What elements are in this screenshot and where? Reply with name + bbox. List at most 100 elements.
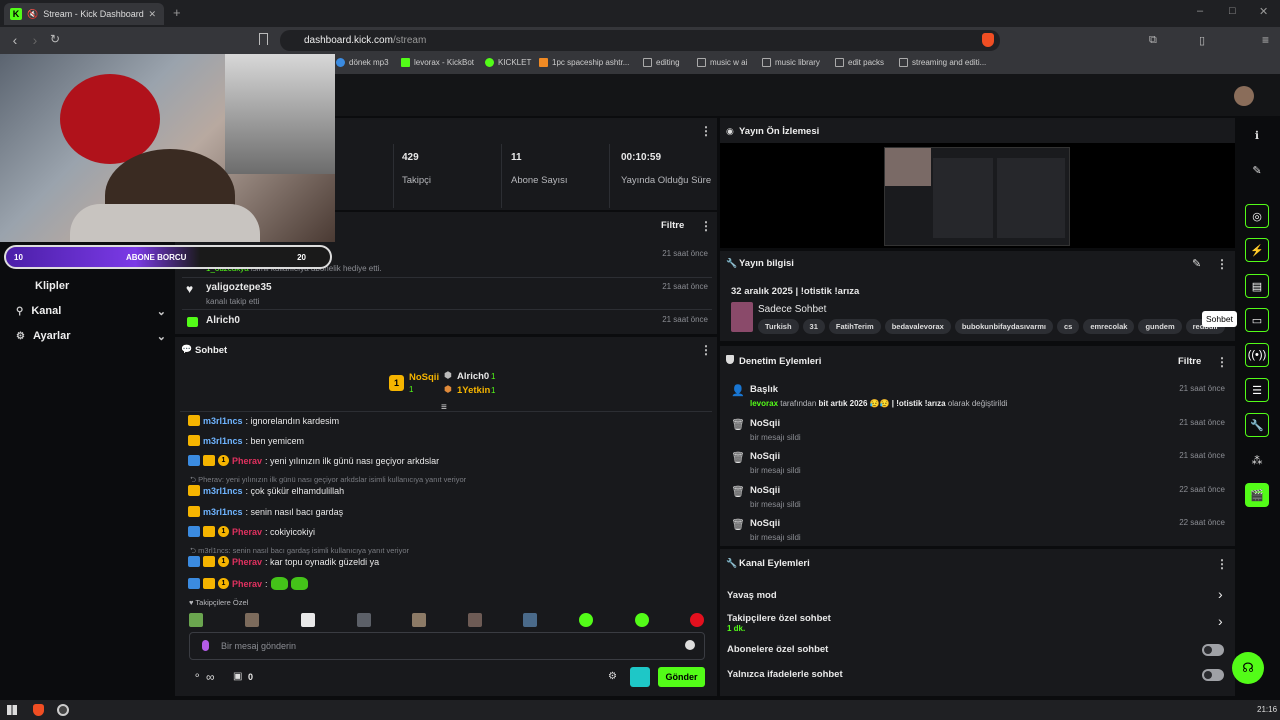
tag-chip[interactable]: bedavalevorax (884, 319, 951, 334)
lightning-icon[interactable]: ⚡ (1245, 238, 1269, 262)
close-window-button[interactable]: ✕ (1259, 5, 1268, 18)
chat-username[interactable]: m3rl1ncs (203, 507, 243, 517)
follower-avatar[interactable] (245, 613, 259, 627)
send-button[interactable]: Gönder (658, 667, 705, 687)
bookmark-icon[interactable] (259, 33, 268, 45)
chat-username[interactable]: m3rl1ncs (203, 436, 243, 446)
chat-username[interactable]: Pherav (232, 557, 262, 567)
subscribers-only-toggle[interactable] (1202, 644, 1224, 656)
extensions-icon[interactable]: ⧉ (1149, 34, 1157, 47)
follower-avatar[interactable] (301, 613, 315, 627)
microphone-icon[interactable] (202, 640, 209, 651)
follower-avatar[interactable] (412, 613, 426, 627)
minimize-button[interactable]: – (1197, 5, 1203, 17)
follower-avatar[interactable] (357, 613, 371, 627)
chat-username[interactable]: m3rl1ncs (203, 416, 243, 426)
bookmark-item[interactable]: levorax - KickBot (401, 58, 474, 67)
focus-icon[interactable]: ◎ (1245, 204, 1269, 228)
mod-action-name[interactable]: NoSqii (750, 418, 1225, 429)
mod-action-name[interactable]: NoSqii (750, 451, 1225, 462)
bookmark-item[interactable]: dönek mp3 (336, 58, 389, 67)
support-button[interactable]: ☊ (1232, 652, 1264, 684)
forward-icon[interactable]: › (25, 32, 45, 48)
chat-input[interactable]: Bir mesaj gönderin (189, 632, 705, 660)
stream-info-menu-icon[interactable]: ⋮ (1216, 257, 1228, 271)
tag-chip[interactable]: emrecolak (1083, 319, 1135, 334)
cat-emote-icon[interactable] (270, 577, 288, 590)
brave-taskbar-icon[interactable] (33, 704, 44, 716)
bookmark-item[interactable]: streaming and editi... (899, 58, 986, 67)
edit-icon[interactable]: ✎ (1192, 257, 1201, 270)
pen-icon[interactable]: ✎ (1245, 158, 1269, 182)
mute-icon[interactable]: 🔇 (27, 9, 38, 20)
chevron-right-icon[interactable]: › (1218, 613, 1223, 629)
category-name[interactable]: Sadece Sohbet (758, 304, 826, 315)
chat-username[interactable]: Pherav (232, 579, 262, 589)
sidebar-item-settings[interactable]: ⚙ Ayarlar ⌄ (16, 330, 166, 343)
mod-filter-button[interactable]: Filtre (1178, 356, 1201, 367)
obs-taskbar-icon[interactable] (57, 704, 69, 716)
bookmark-item[interactable]: edit packs (835, 58, 884, 67)
channel-actions-menu-icon[interactable]: ⋮ (1216, 557, 1228, 571)
sidebar-toggle-icon[interactable]: ▯ (1199, 34, 1205, 47)
follower-avatar[interactable] (523, 613, 537, 627)
menu-icon[interactable]: ≡ (1262, 33, 1269, 47)
layout-icon[interactable]: ☰ (1245, 378, 1269, 402)
follower-avatar[interactable] (189, 613, 203, 627)
emoji-icon[interactable] (685, 640, 695, 650)
kickbot-icon[interactable] (630, 667, 650, 687)
preview-video[interactable] (884, 147, 1070, 246)
emote-only-toggle[interactable] (1202, 669, 1224, 681)
follower-avatar[interactable] (579, 613, 593, 627)
chat-settings-icon[interactable]: ⚙ (608, 671, 617, 682)
bookmark-item[interactable]: KICKLET (485, 58, 531, 67)
event-user[interactable]: yaligoztepe35 (206, 282, 708, 293)
close-tab-icon[interactable]: ✕ (148, 9, 156, 20)
slow-mode-label[interactable]: Yavaş mod (727, 590, 777, 601)
chat-menu-icon[interactable]: ⋮ (700, 343, 712, 357)
top-gifter-name[interactable]: Alrich0 (457, 371, 489, 382)
activity-filter-button[interactable]: Filtre (661, 220, 684, 231)
sidebar-item-clips[interactable]: Klipler (35, 280, 185, 292)
tag-chip[interactable]: Turkish (758, 319, 799, 334)
info-icon[interactable]: ℹ (1245, 123, 1269, 147)
chat-bubble-icon[interactable]: ▭ (1245, 308, 1269, 332)
clapper-icon[interactable]: 🎬 (1245, 483, 1269, 507)
mod-actor[interactable]: levorax (750, 399, 778, 408)
top-gifter-name[interactable]: 1Yetkin (457, 385, 490, 396)
url-field[interactable]: dashboard.kick.com/stream (280, 30, 1000, 51)
activity-menu-icon[interactable]: ⋮ (700, 219, 712, 233)
tool-icon[interactable]: 🔧 (1245, 413, 1269, 437)
chat-username[interactable]: m3rl1ncs (203, 486, 243, 496)
follower-avatar[interactable] (468, 613, 482, 627)
mod-action-name[interactable]: NoSqii (750, 485, 1225, 496)
chevron-right-icon[interactable]: › (1218, 586, 1223, 602)
follower-avatar[interactable] (690, 613, 704, 627)
tag-chip[interactable]: gundem (1138, 319, 1182, 334)
top-gifter-name[interactable]: NoSqii (409, 372, 439, 383)
clipboard-icon[interactable]: ▤ (1245, 274, 1269, 298)
follower-avatar[interactable] (635, 613, 649, 627)
tag-chip[interactable]: 31 (802, 319, 825, 334)
followers-only-chat-label[interactable]: Takipçilere özel sohbet (727, 613, 831, 624)
brave-shield-icon[interactable] (982, 33, 994, 47)
cat-emote-icon[interactable] (290, 577, 308, 590)
category-thumbnail[interactable] (731, 302, 753, 332)
chevron-down-icon[interactable]: ⌄ (157, 330, 166, 343)
maximize-button[interactable]: □ (1229, 5, 1236, 17)
user-avatar[interactable] (1234, 86, 1254, 106)
bookmark-item[interactable]: music library (762, 58, 820, 67)
stats-menu-icon[interactable]: ⋮ (700, 124, 712, 138)
chat-username[interactable]: Pherav (232, 456, 262, 466)
windows-start-icon[interactable] (7, 705, 17, 715)
back-icon[interactable]: ‹ (5, 32, 25, 48)
event-user[interactable]: Alrich0 (206, 315, 708, 326)
reload-icon[interactable]: ↻ (45, 32, 65, 46)
mod-action-name[interactable]: NoSqii (750, 518, 1225, 529)
share-icon[interactable]: ⁂ (1245, 448, 1269, 472)
sidebar-item-channel[interactable]: ⚲ Kanal ⌄ (16, 305, 166, 318)
tag-chip[interactable]: cs (1057, 319, 1080, 334)
bookmark-item[interactable]: 1pc spaceship ashtr... (539, 58, 629, 67)
new-tab-button[interactable]: + (173, 5, 181, 20)
chevron-down-icon[interactable]: ⌄ (157, 305, 166, 318)
